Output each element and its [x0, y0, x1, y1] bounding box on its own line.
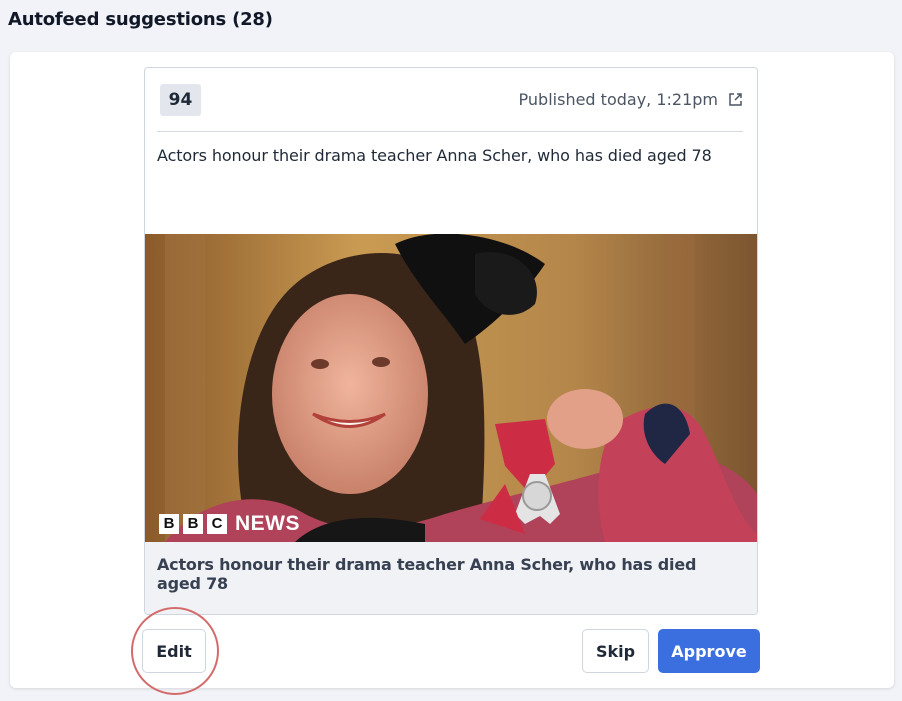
- article-headline: Actors honour their drama teacher Anna S…: [157, 146, 712, 165]
- approve-button[interactable]: Approve: [658, 629, 760, 673]
- external-link-icon[interactable]: [728, 92, 743, 107]
- score-badge: 94: [160, 84, 201, 116]
- published-link[interactable]: Published today, 1:21pm: [519, 90, 743, 109]
- bbc-logo-word: NEWS: [235, 512, 300, 535]
- card-header: 94 Published today, 1:21pm: [157, 84, 743, 132]
- suggestion-card: 94 Published today, 1:21pm Actors honour…: [144, 67, 758, 615]
- article-image: B B C NEWS: [145, 234, 757, 542]
- skip-button[interactable]: Skip: [582, 629, 649, 673]
- bbc-news-logo: B B C NEWS: [159, 512, 300, 536]
- bbc-logo-letter-2: B: [183, 514, 203, 534]
- page-title: Autofeed suggestions (28): [8, 9, 273, 30]
- published-time: Published today, 1:21pm: [518, 90, 718, 109]
- image-caption: Actors honour their drama teacher Anna S…: [145, 542, 757, 614]
- autofeed-page: Autofeed suggestions (28) 94 Published t…: [0, 0, 902, 701]
- edit-button[interactable]: Edit: [142, 629, 206, 673]
- bbc-logo-letter-1: B: [159, 514, 179, 534]
- bbc-logo-letter-3: C: [207, 514, 227, 534]
